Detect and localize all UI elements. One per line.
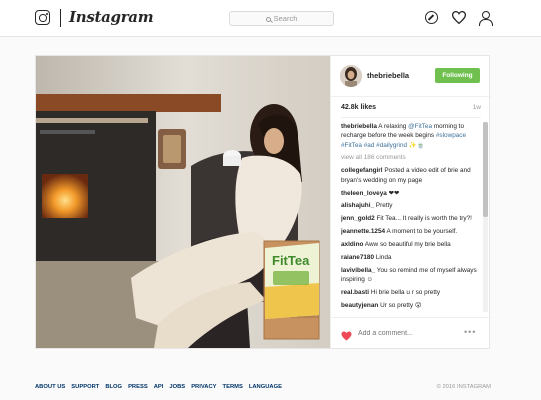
heart-icon[interactable] xyxy=(451,11,467,25)
footer-link-privacy[interactable]: PRIVACY xyxy=(191,384,216,390)
caption-mention[interactable]: @FitTea xyxy=(408,123,432,130)
list-item: jeannette.1254 A moment to be yourself. xyxy=(341,227,483,236)
footer-link-press[interactable]: PRESS xyxy=(128,384,148,390)
footer: ABOUT US SUPPORT BLOG PRESS API JOBS PRIVACY TE… xyxy=(35,384,491,390)
caption: thebriebella A relaxing @FitTea morning … xyxy=(341,122,483,150)
list-item: raiane7180 Linda xyxy=(341,253,483,262)
list-item: jenn_gold2 Fit Tea... It really is worth… xyxy=(341,214,483,223)
footer-link-blog[interactable]: BLOG xyxy=(105,384,122,390)
comment-text: Aww so beautiful my brie bella xyxy=(363,241,451,249)
likes-row: 42.8k likes 1w xyxy=(341,104,481,111)
comment-username[interactable]: theleen_loveya xyxy=(341,190,387,197)
comment-username[interactable]: beautyjenan xyxy=(341,302,378,309)
footer-link-terms[interactable]: TERMS xyxy=(223,384,243,390)
comment-username[interactable]: axldino xyxy=(341,241,363,248)
search-icon xyxy=(265,16,271,22)
person-icon[interactable] xyxy=(479,11,493,26)
comment-username[interactable]: alishajuhi_ xyxy=(341,202,374,209)
list-item: beautyjenan Ur so pretty 😮 xyxy=(341,301,483,310)
list-item: real.basti Hi brie bella u r so pretty xyxy=(341,288,483,297)
search-input[interactable]: Search xyxy=(229,11,334,26)
comment-username[interactable]: jeannette.1254 xyxy=(341,228,385,235)
footer-link-jobs[interactable]: JOBS xyxy=(169,384,185,390)
comment-text: Fit Tea... It really is worth the try?! xyxy=(374,215,472,223)
comment-username[interactable]: collegefangirl xyxy=(341,167,383,174)
comment-text: Ur so pretty 😮 xyxy=(378,301,422,309)
compass-icon[interactable] xyxy=(425,11,438,24)
footer-link-about-us[interactable]: ABOUT US xyxy=(35,384,65,390)
comment-text: A moment to be yourself. xyxy=(385,228,458,236)
add-comment-input[interactable] xyxy=(358,327,458,339)
list-item: theleen_loveya ❤❤ xyxy=(341,189,483,198)
list-item: alishajuhi_ Pretty xyxy=(341,201,483,210)
list-item: collegefangirl Posted a video edit of br… xyxy=(341,166,483,185)
comments-list[interactable]: thebriebella A relaxing @FitTea morning … xyxy=(341,122,483,312)
instagram-logo-icon[interactable] xyxy=(35,10,50,25)
instagram-wordmark[interactable]: Instagram xyxy=(69,8,154,26)
comment-text: Pretty xyxy=(374,202,393,210)
caption-text: A relaxing xyxy=(376,123,409,130)
avatar[interactable] xyxy=(340,65,362,87)
list-item: axldino Aww so beautiful my brie bella xyxy=(341,240,483,249)
divider xyxy=(341,117,481,118)
search-placeholder: Search xyxy=(273,14,298,23)
logo-divider xyxy=(60,9,61,27)
fittea-package-label: FitTea xyxy=(272,253,310,268)
post-time[interactable]: 1w xyxy=(473,104,481,111)
comment-username[interactable]: jenn_gold2 xyxy=(341,215,375,222)
comment-username[interactable]: raiane7180 xyxy=(341,254,374,261)
post-header: thebriebella Following xyxy=(331,56,491,97)
post-author-username[interactable]: thebriebella xyxy=(367,71,409,80)
following-button[interactable]: Following xyxy=(435,68,480,83)
copyright: © 2016 INSTAGRAM xyxy=(436,384,491,390)
comment-username[interactable]: real.basti xyxy=(341,289,369,296)
caption-emoji: ✨🍵 xyxy=(407,141,425,149)
post-photo-illustration: FitTea xyxy=(36,56,330,348)
post-card: FitTea thebriebella Following 42.8k like… xyxy=(35,55,491,349)
more-options-icon[interactable]: ••• xyxy=(464,327,476,337)
comment-text: ❤❤ xyxy=(386,189,400,197)
caption-username[interactable]: thebriebella xyxy=(341,123,377,130)
comment-text: Linda xyxy=(374,254,392,262)
view-all-comments-link[interactable]: view all 186 comments xyxy=(341,153,483,162)
comments-scrollbar[interactable] xyxy=(483,122,488,312)
post-details-panel: thebriebella Following 42.8k likes 1w th… xyxy=(330,56,491,348)
footer-link-api[interactable]: API xyxy=(154,384,164,390)
footer-link-support[interactable]: SUPPORT xyxy=(71,384,99,390)
scrollbar-thumb[interactable] xyxy=(483,122,488,217)
comment-text: Hi brie bella u r so pretty xyxy=(369,289,441,297)
comment-username[interactable]: lavivibella_ xyxy=(341,267,375,274)
top-nav-bar: Instagram Search xyxy=(0,0,541,37)
like-heart-icon[interactable] xyxy=(341,328,352,346)
likes-count[interactable]: 42.8k likes xyxy=(341,104,376,111)
add-comment-row: ••• xyxy=(331,317,491,348)
post-photo[interactable]: FitTea xyxy=(36,56,330,348)
footer-link-language[interactable]: LANGUAGE xyxy=(249,384,282,390)
list-item: lavivibella_ You so remind me of myself … xyxy=(341,266,483,285)
